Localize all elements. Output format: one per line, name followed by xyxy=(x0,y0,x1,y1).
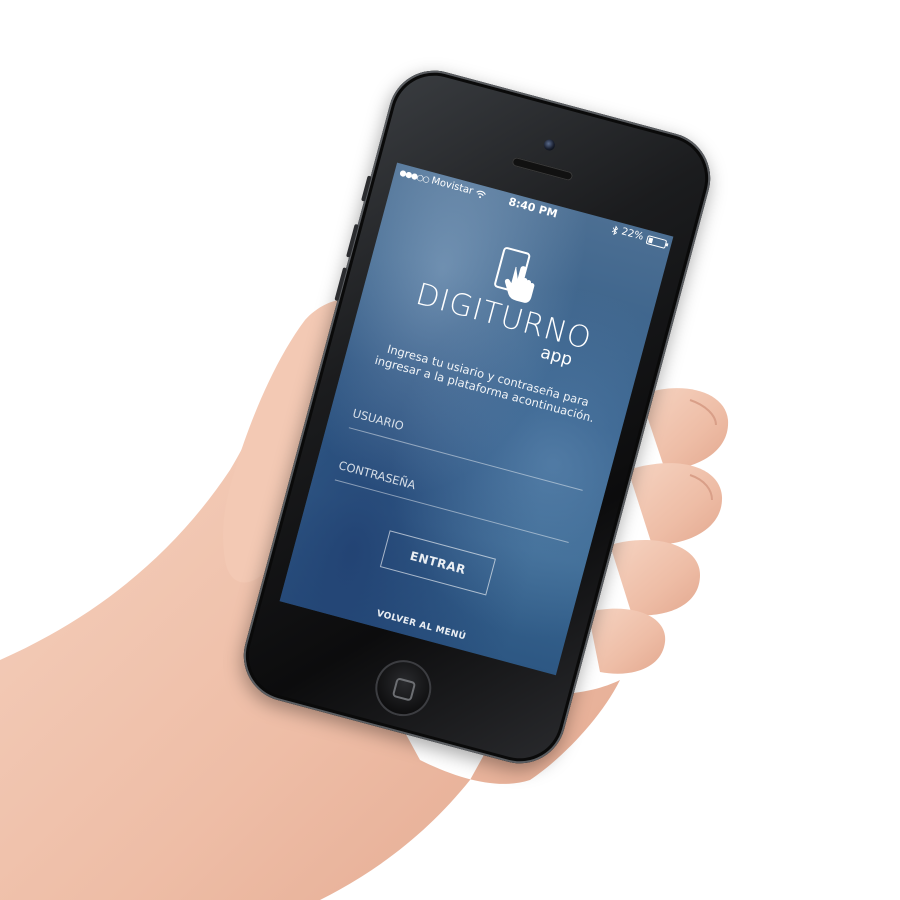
enter-button[interactable]: ENTRAR xyxy=(379,530,496,596)
battery-level xyxy=(648,237,654,243)
photo-stage: ●●●○○ Movistar 8:40 PM 22% DIGITURNO app… xyxy=(0,0,900,900)
battery-icon xyxy=(645,234,668,249)
bluetooth-icon xyxy=(611,225,618,236)
home-square-icon xyxy=(391,677,417,702)
